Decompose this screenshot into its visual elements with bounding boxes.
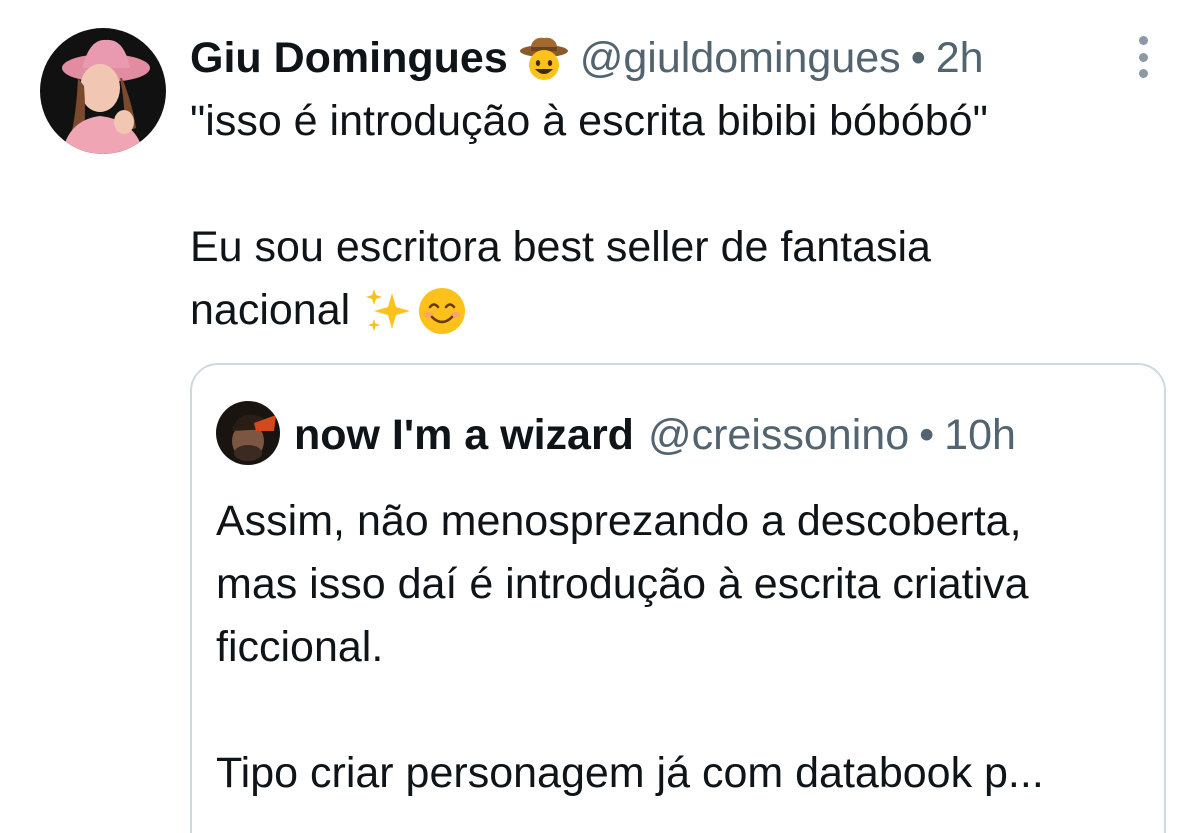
quoted-text-line: Assim, não menosprezando a descoberta, — [216, 497, 1022, 545]
tweet-text: "isso é introdução à escrita bibibi bóbó… — [190, 90, 1150, 342]
separator-dot: • — [910, 34, 926, 82]
tweet-text-line: "isso é introdução à escrita bibibi bóbó… — [190, 97, 988, 145]
quoted-text-line: ficcional. — [216, 623, 384, 671]
quoted-avatar-image — [216, 401, 280, 465]
cowboy-face-emoji-icon — [518, 32, 570, 84]
quoted-author-avatar[interactable] — [216, 401, 280, 465]
tweet: Giu Domingues @giuldomingues • 2h "isso … — [0, 0, 1200, 833]
tweet-text-line-with-emoji: nacional — [190, 279, 1150, 342]
quoted-handle[interactable]: @creissonino — [648, 405, 909, 465]
quoted-tweet-text: Assim, não menosprezando a descoberta, m… — [216, 490, 1146, 805]
smiling-face-emoji-icon — [419, 287, 466, 334]
quoted-text-line: Tipo criar personagem já com databook p.… — [216, 749, 1044, 797]
more-options-icon[interactable] — [1128, 32, 1158, 82]
avatar-image — [40, 28, 166, 154]
quoted-tweet-card[interactable]: now I'm a wizard @creissonino • 10h Assi… — [190, 363, 1166, 833]
sparkles-emoji-icon — [366, 288, 411, 331]
post-timestamp[interactable]: 2h — [936, 28, 984, 88]
tweet-text-line: Eu sou escritora best seller de fantasia — [190, 223, 931, 271]
quoted-display-name[interactable]: now I'm a wizard — [294, 405, 634, 465]
tweet-text-line: nacional — [190, 286, 351, 334]
author-display-name[interactable]: Giu Domingues — [190, 28, 508, 88]
author-header: Giu Domingues @giuldomingues • 2h — [190, 28, 984, 88]
author-avatar[interactable] — [40, 28, 166, 154]
quoted-text-line: mas isso daí é introdução à escrita cria… — [216, 560, 1029, 608]
author-handle[interactable]: @giuldomingues — [580, 28, 901, 88]
quoted-timestamp[interactable]: 10h — [944, 405, 1016, 465]
quoted-separator-dot: • — [919, 411, 935, 459]
quoted-author-header: now I'm a wizard @creissonino • 10h — [294, 405, 1016, 465]
